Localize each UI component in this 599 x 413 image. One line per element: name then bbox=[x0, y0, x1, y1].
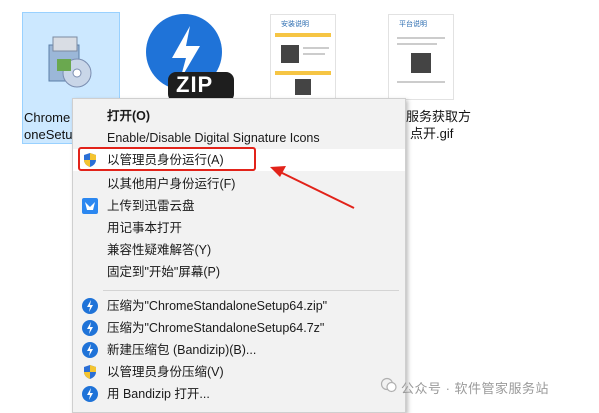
wechat-icon bbox=[380, 377, 397, 393]
desktop: Chrome oneSetu ZIP 安装说明 平台说明 服务获取方 点开.gi… bbox=[0, 0, 599, 413]
red-arrow-annotation bbox=[270, 166, 355, 209]
watermark-text: 公众号 · 软件管家服务站 bbox=[401, 381, 550, 396]
